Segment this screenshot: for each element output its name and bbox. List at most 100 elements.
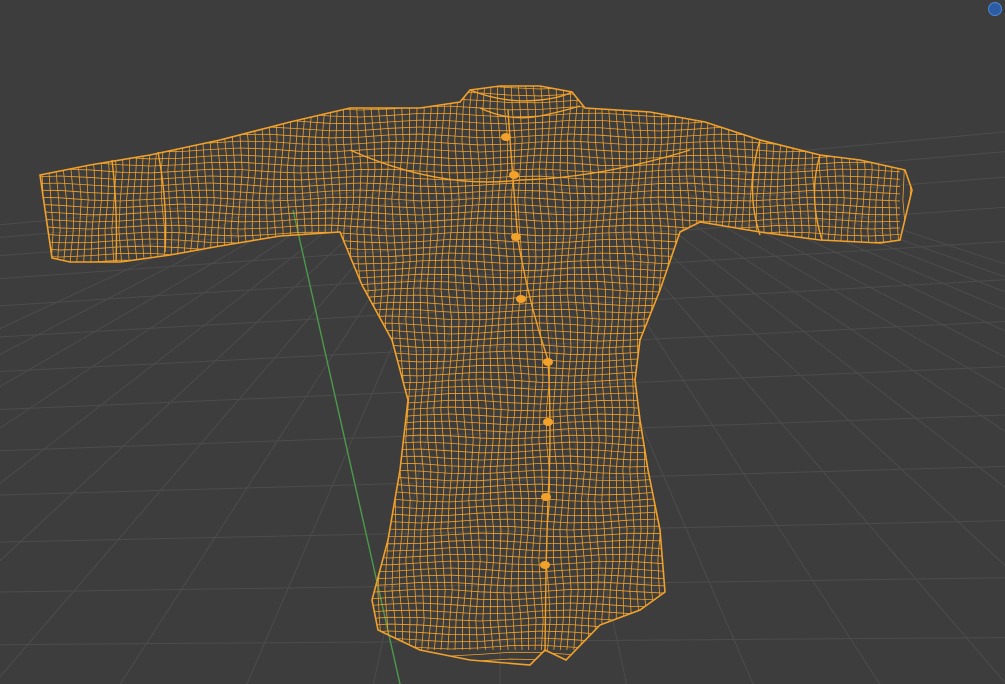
mesh-edge (244, 86, 250, 651)
shirt-button (501, 133, 511, 141)
mesh-edge (40, 525, 901, 531)
shirt-button (511, 233, 521, 241)
mesh-edge (40, 266, 901, 272)
mesh-edge (657, 86, 663, 651)
mesh-edge (272, 86, 278, 651)
mesh-edge (40, 154, 901, 160)
mesh-edge (40, 630, 901, 636)
mesh-edge (30, 78, 900, 82)
mesh-edge (35, 80, 39, 650)
mesh-edge (40, 406, 901, 412)
mesh-edge (685, 86, 691, 651)
shirt-button (541, 493, 551, 501)
mesh-edge (195, 86, 201, 651)
mesh-edge (40, 133, 901, 139)
mesh-edge (818, 86, 824, 651)
mesh-edge (40, 560, 901, 566)
mesh-edge (40, 504, 901, 510)
mesh-edge (40, 616, 901, 622)
mesh-edge (40, 189, 901, 195)
mesh-edge (48, 86, 54, 651)
mesh-edge (265, 86, 271, 651)
mesh-edge (40, 315, 901, 321)
mesh-edge (40, 308, 901, 314)
mesh-edge (40, 581, 901, 587)
mesh-edge (62, 86, 68, 651)
mesh-edge (580, 86, 586, 651)
mesh-edge (671, 86, 677, 651)
mesh-edge (40, 609, 901, 615)
mesh-edge (40, 623, 901, 629)
mesh-edge (405, 86, 411, 651)
mesh-edge (76, 86, 82, 651)
mesh-edge (209, 86, 215, 651)
mesh-edge (40, 224, 901, 230)
mesh-edge (40, 98, 901, 104)
mesh-edge (40, 441, 901, 447)
mesh-edge (832, 86, 838, 651)
shirt-wireframe-mesh[interactable] (0, 0, 1005, 684)
mesh-edge (40, 126, 901, 132)
mesh-edge (40, 476, 901, 482)
mesh-edge (720, 86, 726, 651)
shirt-button (543, 358, 553, 366)
mesh-edge (678, 86, 684, 651)
mesh-edge (258, 86, 264, 651)
mesh-edge (370, 86, 376, 651)
mesh-edge (846, 86, 852, 651)
mesh-edge (40, 322, 901, 328)
mesh-edge (860, 86, 866, 651)
mesh-edge (40, 413, 901, 419)
mesh-edge (188, 86, 194, 651)
mesh-edge (40, 273, 901, 279)
mesh-edge (40, 385, 901, 391)
mesh-edge (713, 86, 719, 651)
mesh-edge (363, 86, 369, 651)
mesh-edge (40, 259, 901, 265)
mesh-edge (202, 86, 208, 651)
mesh-edge (40, 497, 901, 503)
mesh-edge (748, 86, 754, 651)
mesh-edge (40, 378, 901, 384)
3d-viewport[interactable] (0, 0, 1005, 684)
mesh-edge (839, 86, 845, 651)
mesh-edge (40, 511, 901, 517)
mesh-edge (412, 86, 418, 651)
shirt-button (516, 295, 526, 303)
mesh-edge (40, 238, 901, 244)
mesh-edge (867, 86, 873, 651)
mesh-edge (40, 490, 901, 496)
mesh-edge (30, 666, 900, 670)
mesh-edge (734, 86, 740, 651)
mesh-edge (650, 86, 656, 651)
mesh-edge (727, 86, 733, 651)
mesh-edge (909, 86, 912, 651)
mesh-edge (279, 86, 285, 651)
mesh-edge (874, 86, 880, 651)
mesh-edge (40, 86, 901, 90)
mesh-edge (895, 86, 901, 651)
mesh-edge (853, 86, 859, 651)
mesh-edge (40, 637, 901, 643)
mesh-edge (699, 86, 705, 651)
mesh-edge (40, 539, 901, 545)
view-gizmo-icon[interactable] (988, 2, 1002, 16)
mesh-edge (216, 86, 222, 651)
mesh-edge (664, 86, 670, 651)
mesh-edge (433, 86, 439, 651)
mesh-edge (40, 280, 901, 286)
mesh-edge (356, 86, 362, 651)
mesh-edge (692, 86, 698, 651)
mesh-edge (40, 287, 901, 293)
mesh-edge (40, 371, 901, 377)
mesh-edge (40, 350, 901, 356)
mesh-edge (419, 86, 425, 651)
mesh-edge (40, 644, 901, 650)
mesh-edge (40, 245, 901, 251)
mesh-edge (40, 112, 901, 118)
mesh-edge (104, 86, 110, 651)
mesh-edge (40, 518, 901, 524)
mesh-edge (28, 80, 32, 650)
mesh-edge (97, 86, 103, 651)
mesh-edge (40, 329, 901, 335)
